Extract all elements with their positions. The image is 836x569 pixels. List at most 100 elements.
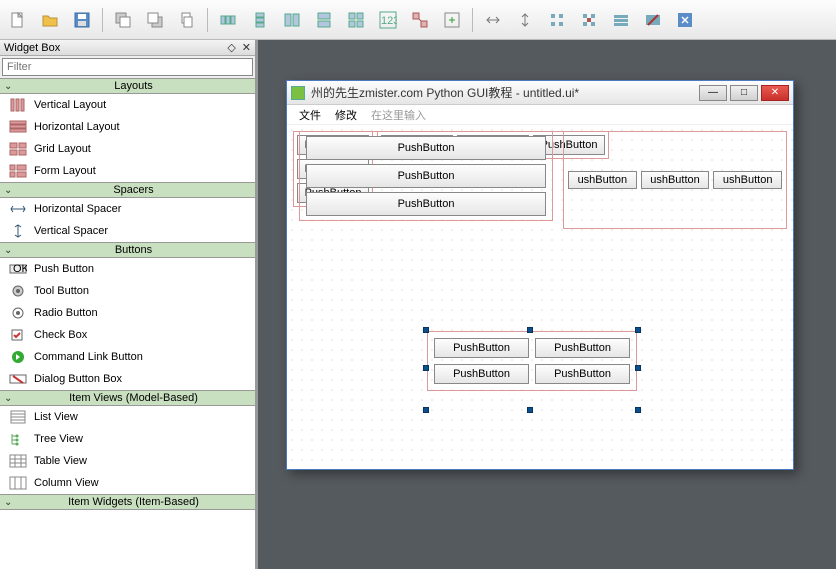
- category-header[interactable]: ⌄Item Widgets (Item-Based): [0, 494, 255, 510]
- selection-handle[interactable]: [635, 327, 641, 333]
- maximize-button[interactable]: □: [730, 85, 758, 101]
- push-button[interactable]: PushButton: [306, 136, 546, 160]
- hlayout-icon: [8, 119, 28, 135]
- selection-handle[interactable]: [635, 407, 641, 413]
- widget-item-label: Tree View: [34, 433, 83, 445]
- tool-icon[interactable]: [575, 6, 603, 34]
- menu-file[interactable]: 文件: [293, 105, 327, 125]
- category-header[interactable]: ⌄Buttons: [0, 242, 255, 258]
- widget-item-label: Dialog Button Box: [34, 373, 122, 385]
- widget-item-label: Push Button: [34, 263, 94, 275]
- selection-handle[interactable]: [423, 365, 429, 371]
- window-titlebar[interactable]: 州的先生zmister.com Python GUI教程 - untitled.…: [287, 81, 793, 105]
- selection-handle[interactable]: [635, 365, 641, 371]
- layout-h-icon[interactable]: [214, 6, 242, 34]
- tool-icon[interactable]: [479, 6, 507, 34]
- widget-box-panel: Widget Box ◇ ✕ ⌄LayoutsVertical LayoutHo…: [0, 40, 258, 569]
- designed-window[interactable]: 州的先生zmister.com Python GUI教程 - untitled.…: [286, 80, 794, 470]
- widget-item[interactable]: Tree View: [0, 428, 255, 450]
- send-back-icon[interactable]: [109, 6, 137, 34]
- svg-text:OK: OK: [13, 263, 27, 275]
- break-layout-icon[interactable]: [406, 6, 434, 34]
- push-button[interactable]: PushButton: [434, 364, 529, 384]
- widget-item[interactable]: Radio Button: [0, 302, 255, 324]
- widget-item[interactable]: Horizontal Spacer: [0, 198, 255, 220]
- push-button[interactable]: ushButton: [568, 171, 637, 189]
- tool-icon[interactable]: [511, 6, 539, 34]
- category-label: Item Views (Model-Based): [16, 392, 251, 404]
- category-header[interactable]: ⌄Item Views (Model-Based): [0, 390, 255, 406]
- push-button[interactable]: PushButton: [306, 192, 546, 216]
- radio-icon: [8, 305, 28, 321]
- chevron-down-icon: ⌄: [4, 81, 16, 92]
- chevron-down-icon: ⌄: [4, 497, 16, 508]
- category-label: Spacers: [16, 184, 251, 196]
- layout-v-icon[interactable]: [246, 6, 274, 34]
- widget-item[interactable]: Column View: [0, 472, 255, 494]
- copy-icon[interactable]: [173, 6, 201, 34]
- push-button[interactable]: PushButton: [434, 338, 529, 358]
- selection-handle[interactable]: [423, 327, 429, 333]
- form-body[interactable]: PushButton PushButton PushButton ushButt…: [287, 125, 793, 469]
- panel-title-bar: Widget Box ◇ ✕: [0, 40, 255, 56]
- category-header[interactable]: ⌄Spacers: [0, 182, 255, 198]
- panel-float-icon[interactable]: ◇: [227, 41, 235, 54]
- push-button[interactable]: ushButton: [641, 171, 710, 189]
- widget-item[interactable]: Table View: [0, 450, 255, 472]
- save-file-icon[interactable]: [68, 6, 96, 34]
- minimize-button[interactable]: —: [699, 85, 727, 101]
- widget-item[interactable]: Vertical Layout: [0, 94, 255, 116]
- tool-icon[interactable]: [607, 6, 635, 34]
- tool-icon[interactable]: [639, 6, 667, 34]
- widget-item[interactable]: List View: [0, 406, 255, 428]
- widget-item-label: Table View: [34, 455, 87, 467]
- panel-close-icon[interactable]: ✕: [242, 41, 251, 54]
- new-file-icon[interactable]: [4, 6, 32, 34]
- widget-item[interactable]: OK Push Button: [0, 258, 255, 280]
- window-menubar[interactable]: 文件 修改 在这里输入: [287, 105, 793, 125]
- push-button[interactable]: PushButton: [306, 164, 546, 188]
- widget-item[interactable]: Grid Layout: [0, 138, 255, 160]
- widget-item[interactable]: Check Box: [0, 324, 255, 346]
- layout-grid-icon[interactable]: [342, 6, 370, 34]
- layout-hsplit-icon[interactable]: [278, 6, 306, 34]
- widget-item[interactable]: Command Link Button: [0, 346, 255, 368]
- panel-title: Widget Box: [4, 42, 60, 54]
- widget-item-label: List View: [34, 411, 78, 423]
- push-button[interactable]: PushButton: [535, 364, 630, 384]
- filter-input[interactable]: [2, 58, 253, 76]
- svg-text:123: 123: [381, 15, 397, 27]
- cmdlink-icon: [8, 349, 28, 365]
- filter-row: [2, 58, 253, 76]
- adjust-size-icon[interactable]: [438, 6, 466, 34]
- widget-item[interactable]: Horizontal Layout: [0, 116, 255, 138]
- widget-item[interactable]: Tool Button: [0, 280, 255, 302]
- horizontal-layout[interactable]: ushButton ushButton ushButton: [563, 131, 787, 229]
- grid-layout-selected[interactable]: PushButton PushButton PushButton PushBut…: [427, 331, 637, 391]
- selection-handle[interactable]: [423, 407, 429, 413]
- widget-item[interactable]: Dialog Button Box: [0, 368, 255, 390]
- open-file-icon[interactable]: [36, 6, 64, 34]
- tool-icon[interactable]: [543, 6, 571, 34]
- widget-item[interactable]: Vertical Spacer: [0, 220, 255, 242]
- bring-front-icon[interactable]: [141, 6, 169, 34]
- layout-form-icon[interactable]: 123: [374, 6, 402, 34]
- tool-icon[interactable]: [671, 6, 699, 34]
- widget-item[interactable]: Form Layout: [0, 160, 255, 182]
- close-button[interactable]: ✕: [761, 85, 789, 101]
- menu-edit[interactable]: 修改: [329, 105, 363, 125]
- category-header[interactable]: ⌄Layouts: [0, 78, 255, 94]
- widget-item-label: Radio Button: [34, 307, 98, 319]
- design-canvas[interactable]: 州的先生zmister.com Python GUI教程 - untitled.…: [258, 40, 836, 569]
- vertical-layout[interactable]: PushButton PushButton PushButton: [299, 131, 553, 221]
- category-label: Layouts: [16, 80, 251, 92]
- layout-vsplit-icon[interactable]: [310, 6, 338, 34]
- push-button[interactable]: PushButton: [535, 338, 630, 358]
- push-button[interactable]: ushButton: [713, 171, 782, 189]
- chevron-down-icon: ⌄: [4, 185, 16, 196]
- selection-handle[interactable]: [527, 407, 533, 413]
- widget-tree[interactable]: ⌄LayoutsVertical LayoutHorizontal Layout…: [0, 78, 255, 569]
- selection-handle[interactable]: [527, 327, 533, 333]
- menu-type-here[interactable]: 在这里输入: [365, 105, 432, 125]
- widget-item-label: Command Link Button: [34, 351, 143, 363]
